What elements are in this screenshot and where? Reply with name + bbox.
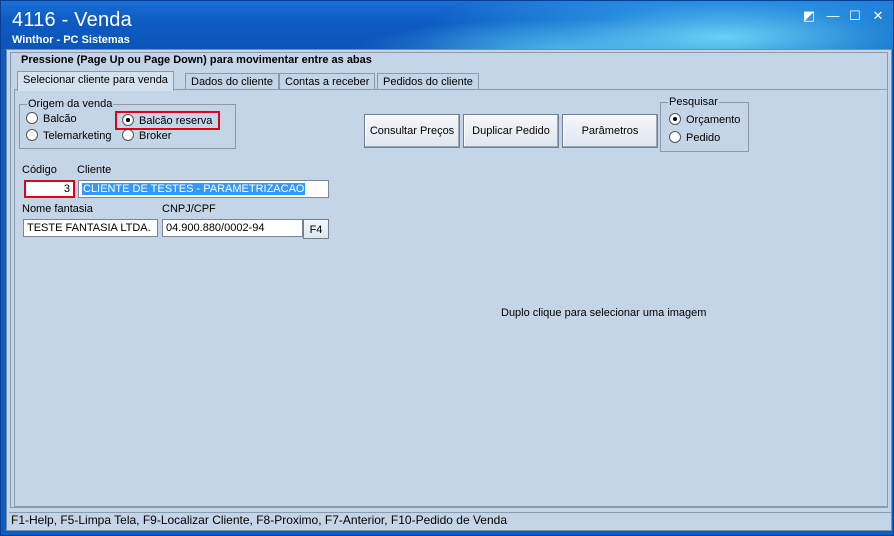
status-bar: F1-Help, F5-Limpa Tela, F9-Localizar Cli…	[9, 512, 891, 528]
cliente-value: CLIENTE DE TESTES - PARAMETRIZACAO	[82, 183, 306, 195]
main-group-title: Pressione (Page Up ou Page Down) para mo…	[19, 54, 374, 66]
cnpj-input[interactable]: 04.900.880/0002-94	[162, 219, 303, 237]
codigo-label: Código	[22, 164, 57, 176]
close-icon[interactable]: ✕	[870, 9, 886, 23]
radio-orcamento[interactable]: Orçamento	[669, 113, 740, 127]
duplicar-pedido-button[interactable]: Duplicar Pedido	[463, 114, 559, 148]
nome-fantasia-label: Nome fantasia	[22, 203, 93, 215]
f4-button[interactable]: F4	[303, 219, 329, 239]
radio-circle-icon	[669, 131, 681, 143]
cliente-label: Cliente	[77, 164, 112, 176]
nome-fantasia-input[interactable]: TESTE FANTASIA LTDA.	[23, 219, 158, 237]
cnpj-label: CNPJ/CPF	[162, 203, 216, 215]
title-bar[interactable]: 4116 - Venda Winthor - PC Sistemas ◩ — ☐…	[1, 1, 893, 49]
minimize-icon[interactable]: —	[825, 9, 841, 23]
window-title: 4116 - Venda	[12, 9, 132, 31]
radio-telemarketing[interactable]: Telemarketing	[26, 129, 111, 143]
main-window: 4116 - Venda Winthor - PC Sistemas ◩ — ☐…	[0, 0, 894, 536]
radio-circle-icon	[122, 129, 134, 141]
radio-broker[interactable]: Broker	[122, 129, 171, 143]
radio-circle-icon	[26, 129, 38, 141]
cliente-input[interactable]: CLIENTE DE TESTES - PARAMETRIZACAO	[78, 180, 329, 198]
window-subtitle: Winthor - PC Sistemas	[12, 34, 130, 46]
tab-pane: Origem da venda Balcão Balcão reserva Te…	[14, 89, 888, 507]
consultar-precos-button[interactable]: Consultar Preços	[364, 114, 460, 148]
tab-pedidos-cliente[interactable]: Pedidos do cliente	[377, 73, 479, 90]
codigo-input[interactable]: 3	[24, 180, 75, 198]
parametros-button[interactable]: Parâmetros	[562, 114, 658, 148]
pesquisar-legend: Pesquisar	[668, 96, 719, 108]
highlight-balcao-reserva	[115, 111, 220, 130]
tab-selecionar-cliente[interactable]: Selecionar cliente para venda	[17, 71, 174, 91]
radio-circle-icon	[26, 112, 38, 124]
image-placeholder-hint[interactable]: Duplo clique para selecionar uma imagem	[501, 307, 706, 319]
tab-contas-receber[interactable]: Contas a receber	[279, 73, 376, 90]
maximize-icon[interactable]: ☐	[847, 9, 863, 23]
tab-dados-cliente[interactable]: Dados do cliente	[185, 73, 279, 90]
radio-balcao[interactable]: Balcão	[26, 112, 77, 126]
client-area: Pressione (Page Up ou Page Down) para mo…	[6, 49, 892, 531]
radio-pedido[interactable]: Pedido	[669, 131, 720, 145]
main-group-box: Pressione (Page Up ou Page Down) para mo…	[10, 52, 888, 508]
restore-icon[interactable]: ◩	[801, 9, 817, 23]
radio-selected-icon	[669, 113, 681, 125]
pesquisar-group: Pesquisar Orçamento Pedido	[660, 96, 749, 152]
origem-venda-legend: Origem da venda	[27, 98, 114, 110]
